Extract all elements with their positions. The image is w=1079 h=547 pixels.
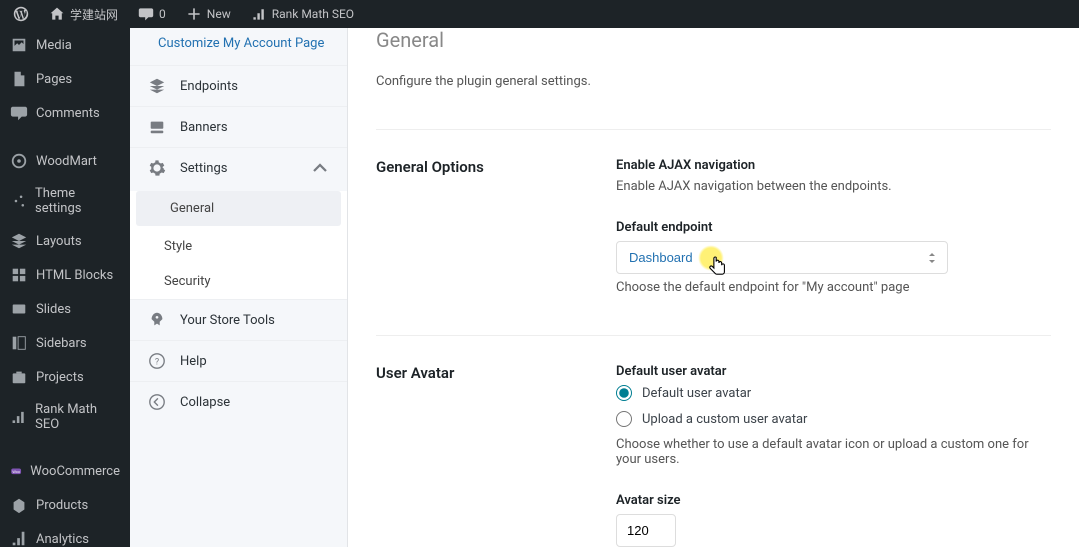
avatar-size-input[interactable] [616, 514, 676, 547]
adminmenu-item-woodmart[interactable]: WoodMart [0, 144, 130, 178]
analytics-icon [10, 530, 28, 547]
customize-link[interactable]: Customize My Account Page [130, 28, 347, 65]
new-label: New [207, 7, 231, 21]
avatar-radio-custom-input[interactable] [616, 411, 632, 427]
avatar-radio-default[interactable]: Default user avatar [616, 385, 1051, 401]
new-content[interactable]: New [181, 6, 236, 22]
adminmenu-item-html-blocks[interactable]: HTML Blocks [0, 258, 130, 292]
submenu-item-endpoints[interactable]: Endpoints [130, 65, 347, 106]
rankmath-icon [10, 408, 27, 426]
wp-logo[interactable] [8, 6, 34, 22]
adminmenu-item-analytics[interactable]: Analytics [0, 522, 130, 547]
woo-icon: Woo [10, 462, 22, 480]
submenu-subitem-style[interactable]: Style [130, 229, 347, 264]
submenu-subitem-general[interactable]: General [136, 191, 341, 226]
adminmenu-item-projects[interactable]: Projects [0, 360, 130, 394]
svg-text:?: ? [155, 358, 159, 368]
adminmenu-item-layouts[interactable]: Layouts [0, 224, 130, 258]
default-endpoint-select[interactable]: Dashboard [616, 241, 948, 274]
rankmath-label: Rank Math SEO [272, 7, 354, 21]
adminbar: 学建站网 0 New Rank Math SEO [0, 0, 1079, 28]
adminmenu-item-media[interactable]: Media [0, 28, 130, 62]
site-home[interactable]: 学建站网 [44, 6, 123, 23]
chevron-up-icon [311, 159, 329, 177]
woodmart-icon [10, 152, 28, 170]
submenu-item-collapse[interactable]: Collapse [130, 381, 347, 422]
svg-text:Woo: Woo [12, 470, 19, 474]
rocket-icon [148, 311, 166, 329]
avatar-size-label: Avatar size [616, 493, 1051, 508]
default-avatar-help: Choose whether to use a default avatar i… [616, 437, 1051, 467]
adminmenu: MediaPagesComments WoodMartTheme settings… [0, 28, 130, 547]
general-options-heading: General Options [376, 158, 576, 321]
media-icon [10, 36, 28, 54]
user-avatar-heading: User Avatar [376, 364, 576, 547]
avatar-radio-default-input[interactable] [616, 385, 632, 401]
default-endpoint-label: Default endpoint [616, 220, 1051, 235]
adminmenu-item-slides[interactable]: Slides [0, 292, 130, 326]
submenu-item-settings[interactable]: Settings [130, 147, 347, 188]
adminmenu-item-products[interactable]: Products [0, 488, 130, 522]
slides-icon [10, 300, 28, 318]
submenu-subitem-security[interactable]: Security [130, 264, 347, 299]
collapse-icon [148, 393, 166, 411]
gear-icon [148, 159, 166, 177]
blocks-icon [10, 266, 28, 284]
home-icon [49, 6, 65, 22]
site-name: 学建站网 [70, 6, 118, 23]
rankmath-bar[interactable]: Rank Math SEO [246, 6, 359, 22]
page-title: General [376, 28, 1051, 52]
help-icon: ? [148, 352, 166, 370]
comments-count: 0 [159, 7, 166, 21]
default-avatar-label: Default user avatar [616, 364, 1051, 379]
submenu-item-your-store-tools[interactable]: Your Store Tools [130, 299, 347, 340]
chart-icon [251, 6, 267, 22]
submenu-item-banners[interactable]: Banners [130, 106, 347, 147]
wordpress-icon [13, 6, 29, 22]
banners-icon [148, 118, 166, 136]
layers-icon [148, 77, 166, 95]
page-subtitle: Configure the plugin general settings. [376, 74, 1051, 89]
plus-icon [186, 6, 202, 22]
comments-link[interactable]: 0 [133, 6, 171, 22]
submenu-item-help[interactable]: ?Help [130, 340, 347, 381]
projects-icon [10, 368, 28, 386]
adminmenu-item-rank-math-seo[interactable]: Rank Math SEO [0, 394, 130, 440]
ajax-help: Enable AJAX navigation between the endpo… [616, 179, 1051, 194]
adminmenu-item-pages[interactable]: Pages [0, 62, 130, 96]
main-content: General Configure the plugin general set… [348, 28, 1079, 547]
sliders-icon [10, 192, 27, 210]
comment-icon [138, 6, 154, 22]
adminmenu-item-woocommerce[interactable]: WooWooCommerce [0, 454, 130, 488]
adminmenu-item-sidebars[interactable]: Sidebars [0, 326, 130, 360]
comments-icon [10, 104, 28, 122]
adminmenu-item-theme-settings[interactable]: Theme settings [0, 178, 130, 224]
default-endpoint-help: Choose the default endpoint for "My acco… [616, 280, 1051, 295]
default-endpoint-select-wrap: Dashboard [616, 241, 948, 274]
plugin-submenu: Customize My Account Page EndpointsBanne… [130, 0, 348, 547]
avatar-radio-custom[interactable]: Upload a custom user avatar [616, 411, 1051, 427]
products-icon [10, 496, 28, 514]
page-icon [10, 70, 28, 88]
adminmenu-item-comments[interactable]: Comments [0, 96, 130, 130]
layers-icon [10, 232, 28, 250]
sidebar-icon [10, 334, 28, 352]
ajax-label: Enable AJAX navigation [616, 158, 1051, 173]
